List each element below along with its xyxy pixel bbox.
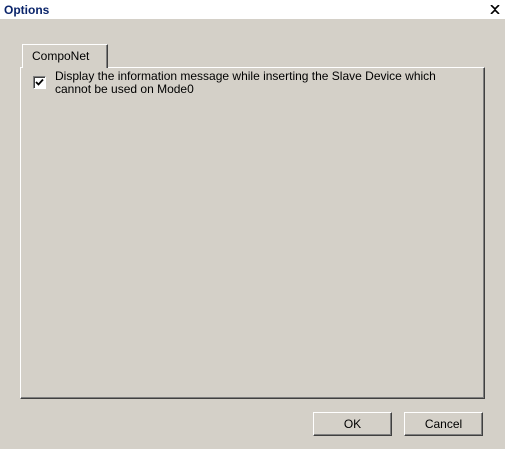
window-title: Options xyxy=(4,3,50,17)
tab-label: CompoNet xyxy=(32,49,90,63)
checkmark-icon xyxy=(35,78,44,86)
tab-panel xyxy=(20,67,485,399)
ok-button[interactable]: OK xyxy=(313,412,392,436)
title-bar[interactable]: Options xyxy=(0,0,505,20)
mode0-message-checkbox[interactable] xyxy=(33,76,46,89)
options-dialog: Options CompoNet Display the information… xyxy=(0,0,505,449)
cancel-button[interactable]: Cancel xyxy=(404,412,483,436)
tab-componet[interactable]: CompoNet xyxy=(22,44,108,68)
close-icon xyxy=(490,4,500,14)
close-button[interactable] xyxy=(487,2,503,16)
mode0-message-label: Display the information message while in… xyxy=(55,69,436,96)
